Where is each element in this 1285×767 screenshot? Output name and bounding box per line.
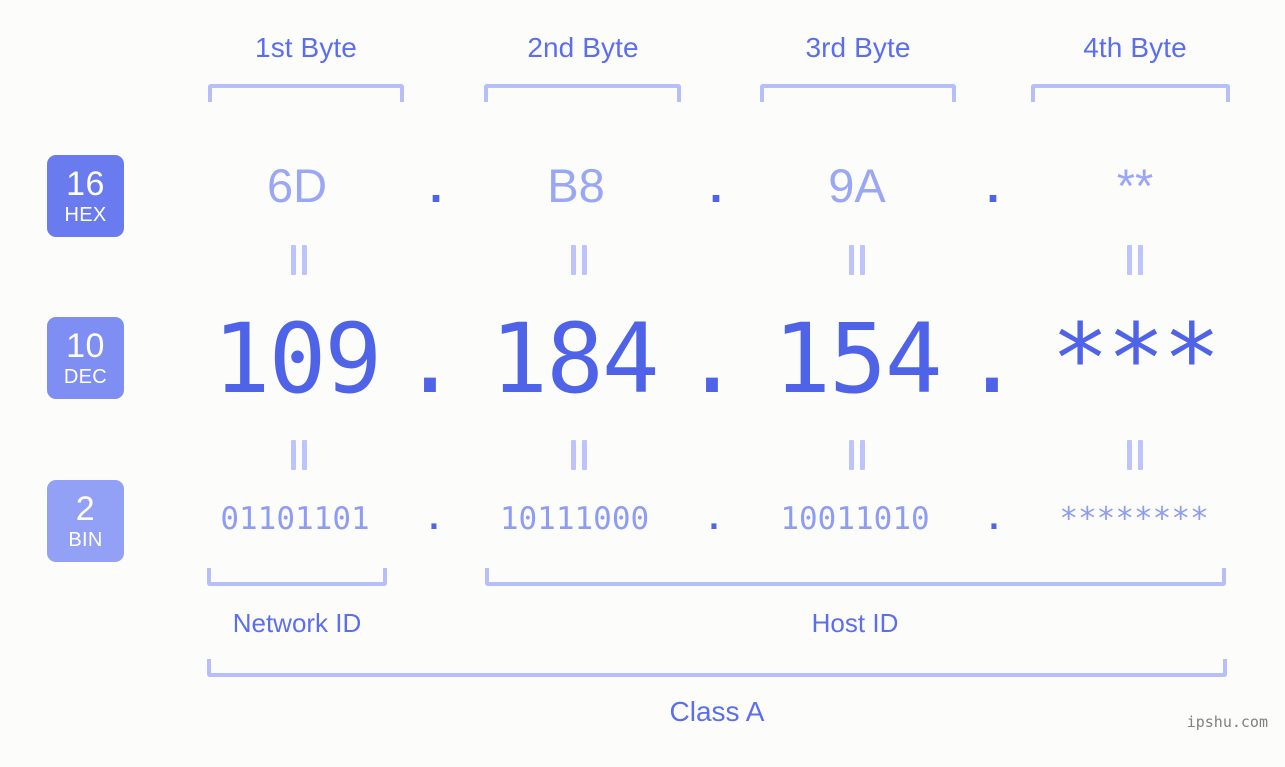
host-id-label: Host ID	[811, 608, 899, 638]
equals-connector-hex-dec-4	[1125, 245, 1145, 275]
equals-connector-dec-bin-1	[289, 440, 309, 470]
byte-header-label-4: 4th Byte	[1083, 32, 1187, 63]
dec-byte-1: 109	[212, 303, 382, 415]
network-id-label: Network ID	[232, 608, 362, 638]
byte-header-label-1: 1st Byte	[255, 32, 357, 63]
network-id-bracket	[207, 568, 387, 586]
dec-byte-4: ***	[1051, 303, 1220, 415]
byte-bracket-3	[760, 84, 956, 102]
base-badge-hex-name: HEX	[64, 204, 107, 226]
hex-byte-2: B8	[547, 159, 605, 212]
byte-bracket-2	[484, 84, 681, 102]
hex-byte-4: **	[1116, 159, 1154, 212]
hex-separator-2: .	[709, 159, 723, 212]
byte-bracket-4	[1031, 84, 1230, 102]
dec-byte-2: 184	[490, 303, 659, 415]
site-watermark: ipshu.com	[1186, 713, 1268, 731]
bin-byte-2: 10111000	[499, 501, 650, 537]
equals-connector-dec-bin-3	[847, 440, 867, 470]
equals-connector-dec-bin-2	[569, 440, 589, 470]
equals-connector-hex-dec-3	[847, 245, 867, 275]
base-badge-hex-number: 16	[66, 165, 105, 203]
hex-byte-1: 6D	[266, 159, 328, 212]
bin-separator-2: .	[704, 501, 724, 537]
hex-separator-3: .	[986, 159, 1000, 212]
bin-separator-3: .	[984, 501, 1004, 537]
host-id-bracket	[485, 568, 1226, 586]
base-badge-bin: 2 BIN	[47, 480, 124, 562]
class-label: Class A	[669, 696, 765, 727]
byte-bracket-1	[208, 84, 404, 102]
base-badge-hex: 16 HEX	[47, 155, 124, 237]
dec-separator-1: .	[401, 303, 459, 415]
bin-byte-4: ********	[1059, 501, 1209, 537]
hex-byte-3: 9A	[828, 159, 886, 212]
bin-separator-1: .	[424, 501, 444, 537]
base-badge-dec-name: DEC	[63, 366, 108, 388]
equals-connector-hex-dec-2	[569, 245, 589, 275]
hex-separator-1: .	[429, 159, 443, 212]
bin-byte-3: 10011010	[780, 501, 930, 537]
bin-byte-1: 01101101	[220, 501, 370, 537]
dec-separator-3: .	[963, 303, 1021, 415]
base-badge-dec: 10 DEC	[47, 317, 124, 399]
ip-breakdown-diagram: 1st Byte 2nd Byte 3rd Byte 4th Byte 16 H…	[0, 0, 1285, 767]
dec-separator-2: .	[683, 303, 741, 415]
base-badge-dec-number: 10	[66, 327, 105, 365]
byte-header-label-2: 2nd Byte	[527, 32, 639, 63]
class-bracket	[207, 659, 1227, 677]
base-badge-bin-number: 2	[75, 490, 96, 528]
base-badge-bin-name: BIN	[68, 529, 103, 551]
equals-connector-hex-dec-1	[289, 245, 309, 275]
byte-header-label-3: 3rd Byte	[805, 32, 911, 63]
equals-connector-dec-bin-4	[1125, 440, 1145, 470]
dec-byte-3: 154	[773, 303, 942, 415]
